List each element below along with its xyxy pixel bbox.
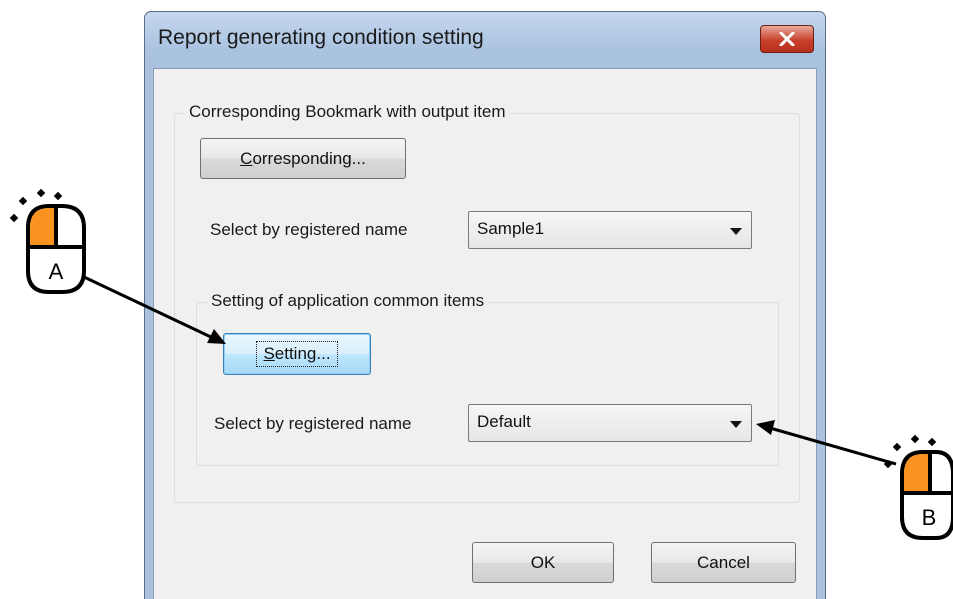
close-icon bbox=[779, 32, 795, 46]
dialog-client-area: Corresponding Bookmark with output item … bbox=[153, 68, 817, 599]
title-bar[interactable]: Report generating condition setting bbox=[145, 12, 825, 68]
chevron-down-icon bbox=[730, 421, 742, 428]
setting-button-label: etting... bbox=[274, 344, 331, 363]
mouse-icon: A bbox=[9, 188, 86, 294]
setting-mnemonic: S bbox=[263, 344, 275, 363]
bookmark-select-label: Select by registered name bbox=[210, 220, 408, 239]
cancel-button[interactable]: Cancel bbox=[651, 542, 796, 583]
ok-button-label: OK bbox=[530, 552, 556, 572]
common-items-group-label: Setting of application common items bbox=[207, 291, 489, 311]
cancel-button-label: Cancel bbox=[697, 552, 750, 572]
common-select-value: Default bbox=[477, 412, 531, 431]
common-select-label: Select by registered name bbox=[214, 414, 412, 433]
corresponding-button[interactable]: Corresponding... bbox=[200, 138, 406, 179]
bookmark-name-select[interactable]: Sample1 bbox=[468, 211, 752, 249]
setting-button[interactable]: Setting... bbox=[223, 333, 371, 375]
mouse-icon: B bbox=[883, 434, 953, 540]
dialog-window: Report generating condition setting Corr… bbox=[144, 11, 826, 599]
corresponding-mnemonic: C bbox=[240, 148, 253, 168]
corresponding-button-label: orresponding... bbox=[252, 148, 366, 168]
ok-button[interactable]: OK bbox=[472, 542, 614, 583]
bookmark-group-label: Corresponding Bookmark with output item bbox=[185, 102, 510, 122]
common-name-select[interactable]: Default bbox=[468, 404, 752, 442]
mouse-a-label: A bbox=[49, 259, 64, 284]
close-button[interactable] bbox=[760, 25, 814, 53]
chevron-down-icon bbox=[730, 228, 742, 235]
window-title: Report generating condition setting bbox=[158, 26, 484, 49]
bookmark-select-value: Sample1 bbox=[477, 219, 545, 238]
mouse-b-label: B bbox=[922, 505, 937, 530]
